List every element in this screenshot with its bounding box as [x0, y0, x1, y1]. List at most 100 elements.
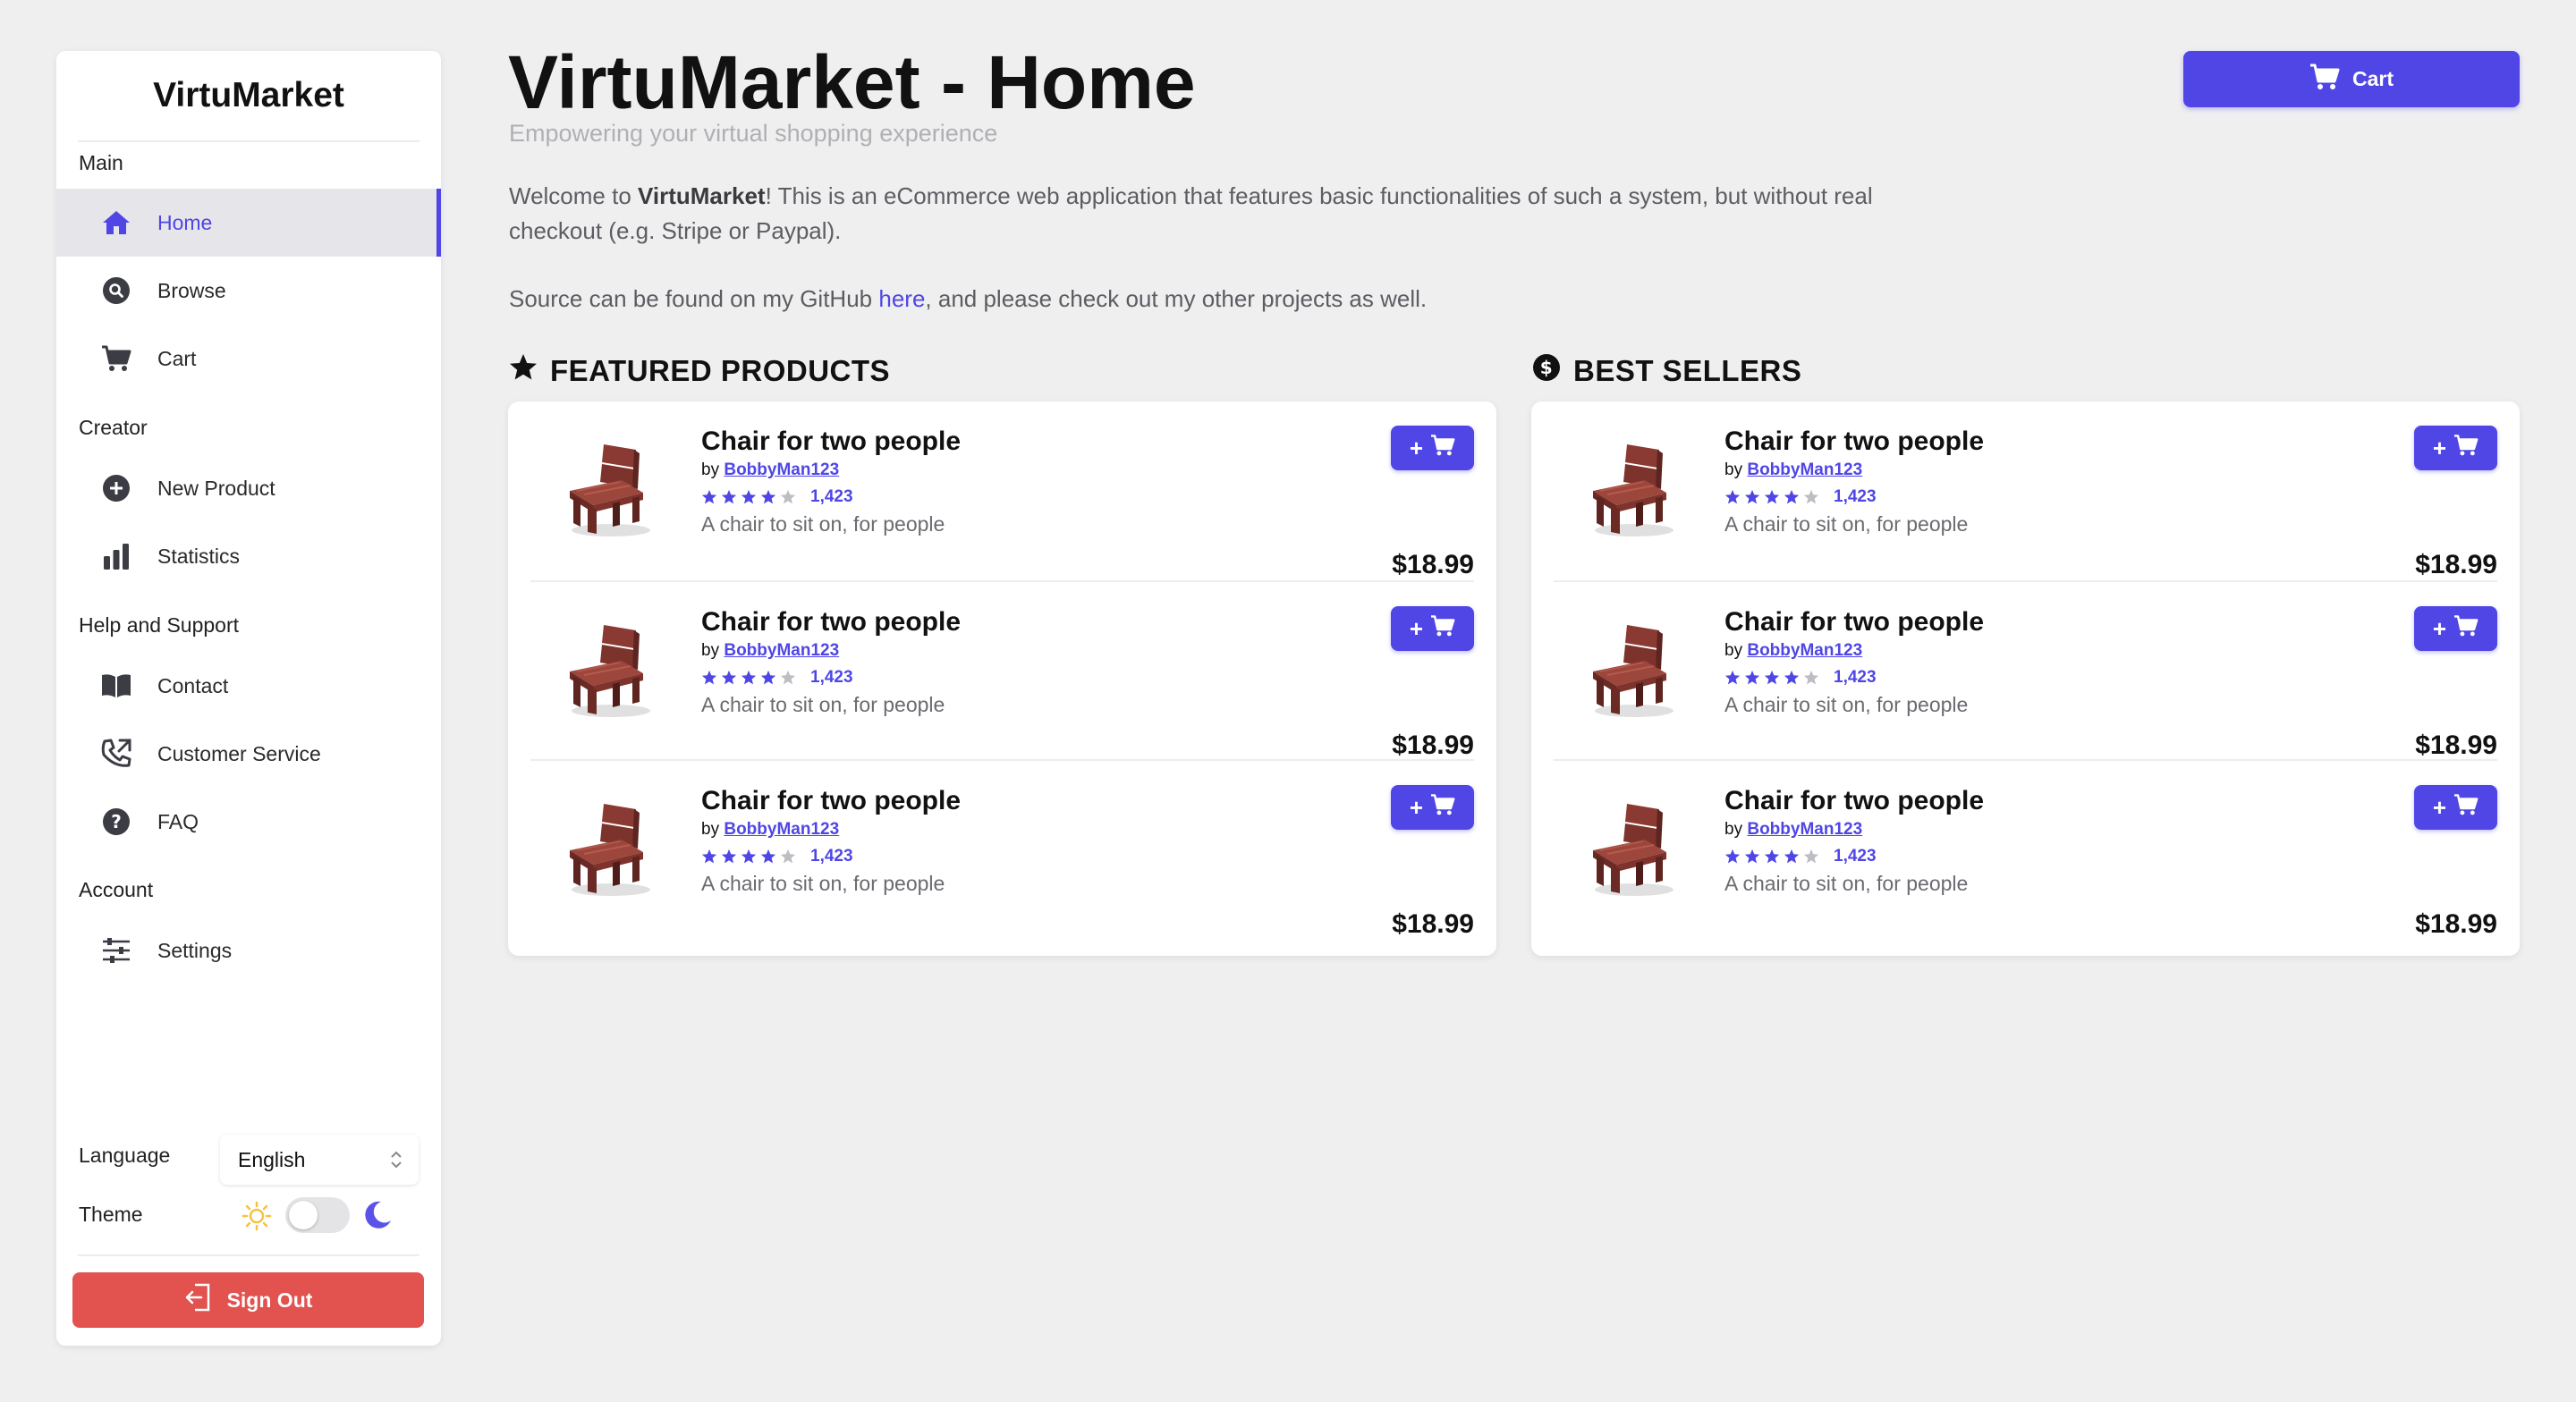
product-name[interactable]: Chair for two people [701, 786, 961, 816]
sidebar-item-label: Browse [157, 278, 226, 302]
product-review-count: 1,423 [810, 847, 853, 866]
add-to-cart-button[interactable]: + [1391, 606, 1474, 651]
book-icon [101, 671, 131, 701]
star-icon [780, 670, 796, 685]
sign-out-label: Sign Out [226, 1288, 313, 1312]
cart-icon [1430, 434, 1455, 463]
product-name[interactable]: Chair for two people [701, 607, 961, 638]
product-price: $18.99 [1392, 731, 1474, 760]
toggle-knob [289, 1201, 318, 1229]
intro-text-segment: Welcome to [509, 182, 639, 209]
featured-panel: Chair for two people by BobbyMan123 1,42… [508, 401, 1496, 956]
sidebar-item-label: Home [157, 210, 213, 234]
add-to-cart-button[interactable]: + [1391, 785, 1474, 830]
product-name[interactable]: Chair for two people [1724, 607, 1984, 638]
product-author-link[interactable]: BobbyMan123 [724, 820, 839, 839]
star-icon [741, 489, 757, 504]
product-image[interactable] [1580, 437, 1686, 543]
product-by-label: by [701, 641, 720, 660]
sidebar-item-cart[interactable]: Cart [56, 325, 441, 393]
page-subtitle: Empowering your virtual shopping experie… [509, 120, 998, 147]
add-to-cart-button[interactable]: + [2414, 785, 2497, 830]
theme-toggle[interactable] [285, 1197, 350, 1233]
sidebar-item-browse[interactable]: Browse [56, 257, 441, 325]
product-card[interactable]: Chair for two people by BobbyMan123 1,42… [1554, 401, 2497, 579]
sidebar-item-settings[interactable]: Settings [56, 916, 441, 984]
best-sellers-panel: Chair for two people by BobbyMan123 1,42… [1531, 401, 2520, 956]
product-card[interactable]: Chair for two people by BobbyMan123 1,42… [530, 759, 1474, 939]
product-author-link[interactable]: BobbyMan123 [1747, 820, 1862, 839]
product-image[interactable] [1580, 618, 1686, 723]
search-icon [101, 275, 131, 306]
star-icon [721, 849, 737, 864]
language-label: Language [79, 1144, 171, 1167]
product-description: A chair to sit on, for people [1724, 512, 1969, 536]
product-image[interactable] [557, 437, 663, 543]
star-icon [1724, 670, 1741, 685]
product-image[interactable] [557, 797, 663, 902]
dollar-icon: $ [1532, 353, 1561, 389]
product-by-label: by [1724, 820, 1743, 839]
product-card[interactable]: Chair for two people by BobbyMan123 1,42… [1554, 759, 2497, 939]
cart-icon [1430, 793, 1455, 823]
product-image[interactable] [557, 618, 663, 723]
sidebar-item-home[interactable]: Home [56, 189, 441, 257]
add-to-cart-button[interactable]: + [2414, 426, 2497, 470]
product-name[interactable]: Chair for two people [1724, 786, 1984, 816]
sign-out-button[interactable]: Sign Out [72, 1272, 424, 1328]
product-author-line: by BobbyMan123 [1724, 820, 1862, 840]
star-icon [760, 489, 776, 504]
product-image[interactable] [1580, 797, 1686, 902]
product-price: $18.99 [2415, 550, 2497, 579]
cart-icon [2453, 793, 2479, 823]
brand-logo[interactable]: VirtuMarket [78, 69, 419, 142]
star-icon [760, 849, 776, 864]
plus-circle-icon [101, 473, 131, 503]
product-author-link[interactable]: BobbyMan123 [724, 460, 839, 479]
sidebar-item-new-product[interactable]: New Product [56, 454, 441, 522]
cart-icon [2453, 614, 2479, 644]
product-card[interactable]: Chair for two people by BobbyMan123 1,42… [530, 580, 1474, 760]
product-rating: 1,423 [1724, 487, 1877, 507]
product-author-link[interactable]: BobbyMan123 [724, 641, 839, 660]
add-to-cart-button[interactable]: + [2414, 606, 2497, 651]
product-price: $18.99 [1392, 909, 1474, 939]
sidebar-item-label: New Product [157, 476, 275, 500]
page-title: VirtuMarket - Home [508, 40, 1196, 124]
star-icon [509, 353, 538, 389]
sidebar-section-help: Help and Support [79, 613, 240, 637]
product-card[interactable]: Chair for two people by BobbyMan123 1,42… [1554, 580, 2497, 760]
cart-button[interactable]: Cart [2183, 51, 2520, 107]
sidebar-item-statistics[interactable]: Statistics [56, 522, 441, 590]
sidebar-item-faq[interactable]: ? FAQ [56, 788, 441, 856]
language-select[interactable]: English [220, 1135, 419, 1185]
cart-icon [101, 343, 131, 374]
cart-icon [2309, 63, 2340, 97]
sun-icon [242, 1201, 272, 1236]
product-name[interactable]: Chair for two people [1724, 427, 1984, 457]
language-value: English [238, 1147, 306, 1171]
chevron-up-down-icon [388, 1147, 404, 1178]
product-by-label: by [1724, 460, 1743, 479]
sidebar-item-contact[interactable]: Contact [56, 652, 441, 720]
intro-text-segment: Source can be found on my GitHub [509, 285, 879, 312]
intro-brand-bold: VirtuMarket [638, 182, 766, 209]
product-by-label: by [701, 820, 720, 839]
product-description: A chair to sit on, for people [701, 872, 945, 895]
product-name[interactable]: Chair for two people [701, 427, 961, 457]
product-author-link[interactable]: BobbyMan123 [1747, 641, 1862, 660]
product-description: A chair to sit on, for people [1724, 872, 1969, 895]
product-author-link[interactable]: BobbyMan123 [1747, 460, 1862, 479]
product-author-line: by BobbyMan123 [701, 641, 839, 661]
github-link[interactable]: here [878, 285, 925, 312]
add-to-cart-plus: + [1409, 434, 1424, 461]
star-icon [701, 489, 717, 504]
featured-heading-label: FEATURED PRODUCTS [550, 354, 891, 387]
product-rating: 1,423 [701, 847, 853, 866]
add-to-cart-button[interactable]: + [1391, 426, 1474, 470]
product-card[interactable]: Chair for two people by BobbyMan123 1,42… [530, 401, 1474, 579]
star-icon [741, 849, 757, 864]
sidebar-item-customer-service[interactable]: Customer Service [56, 720, 441, 788]
featured-heading: FEATURED PRODUCTS [509, 353, 890, 389]
product-review-count: 1,423 [1834, 668, 1877, 687]
